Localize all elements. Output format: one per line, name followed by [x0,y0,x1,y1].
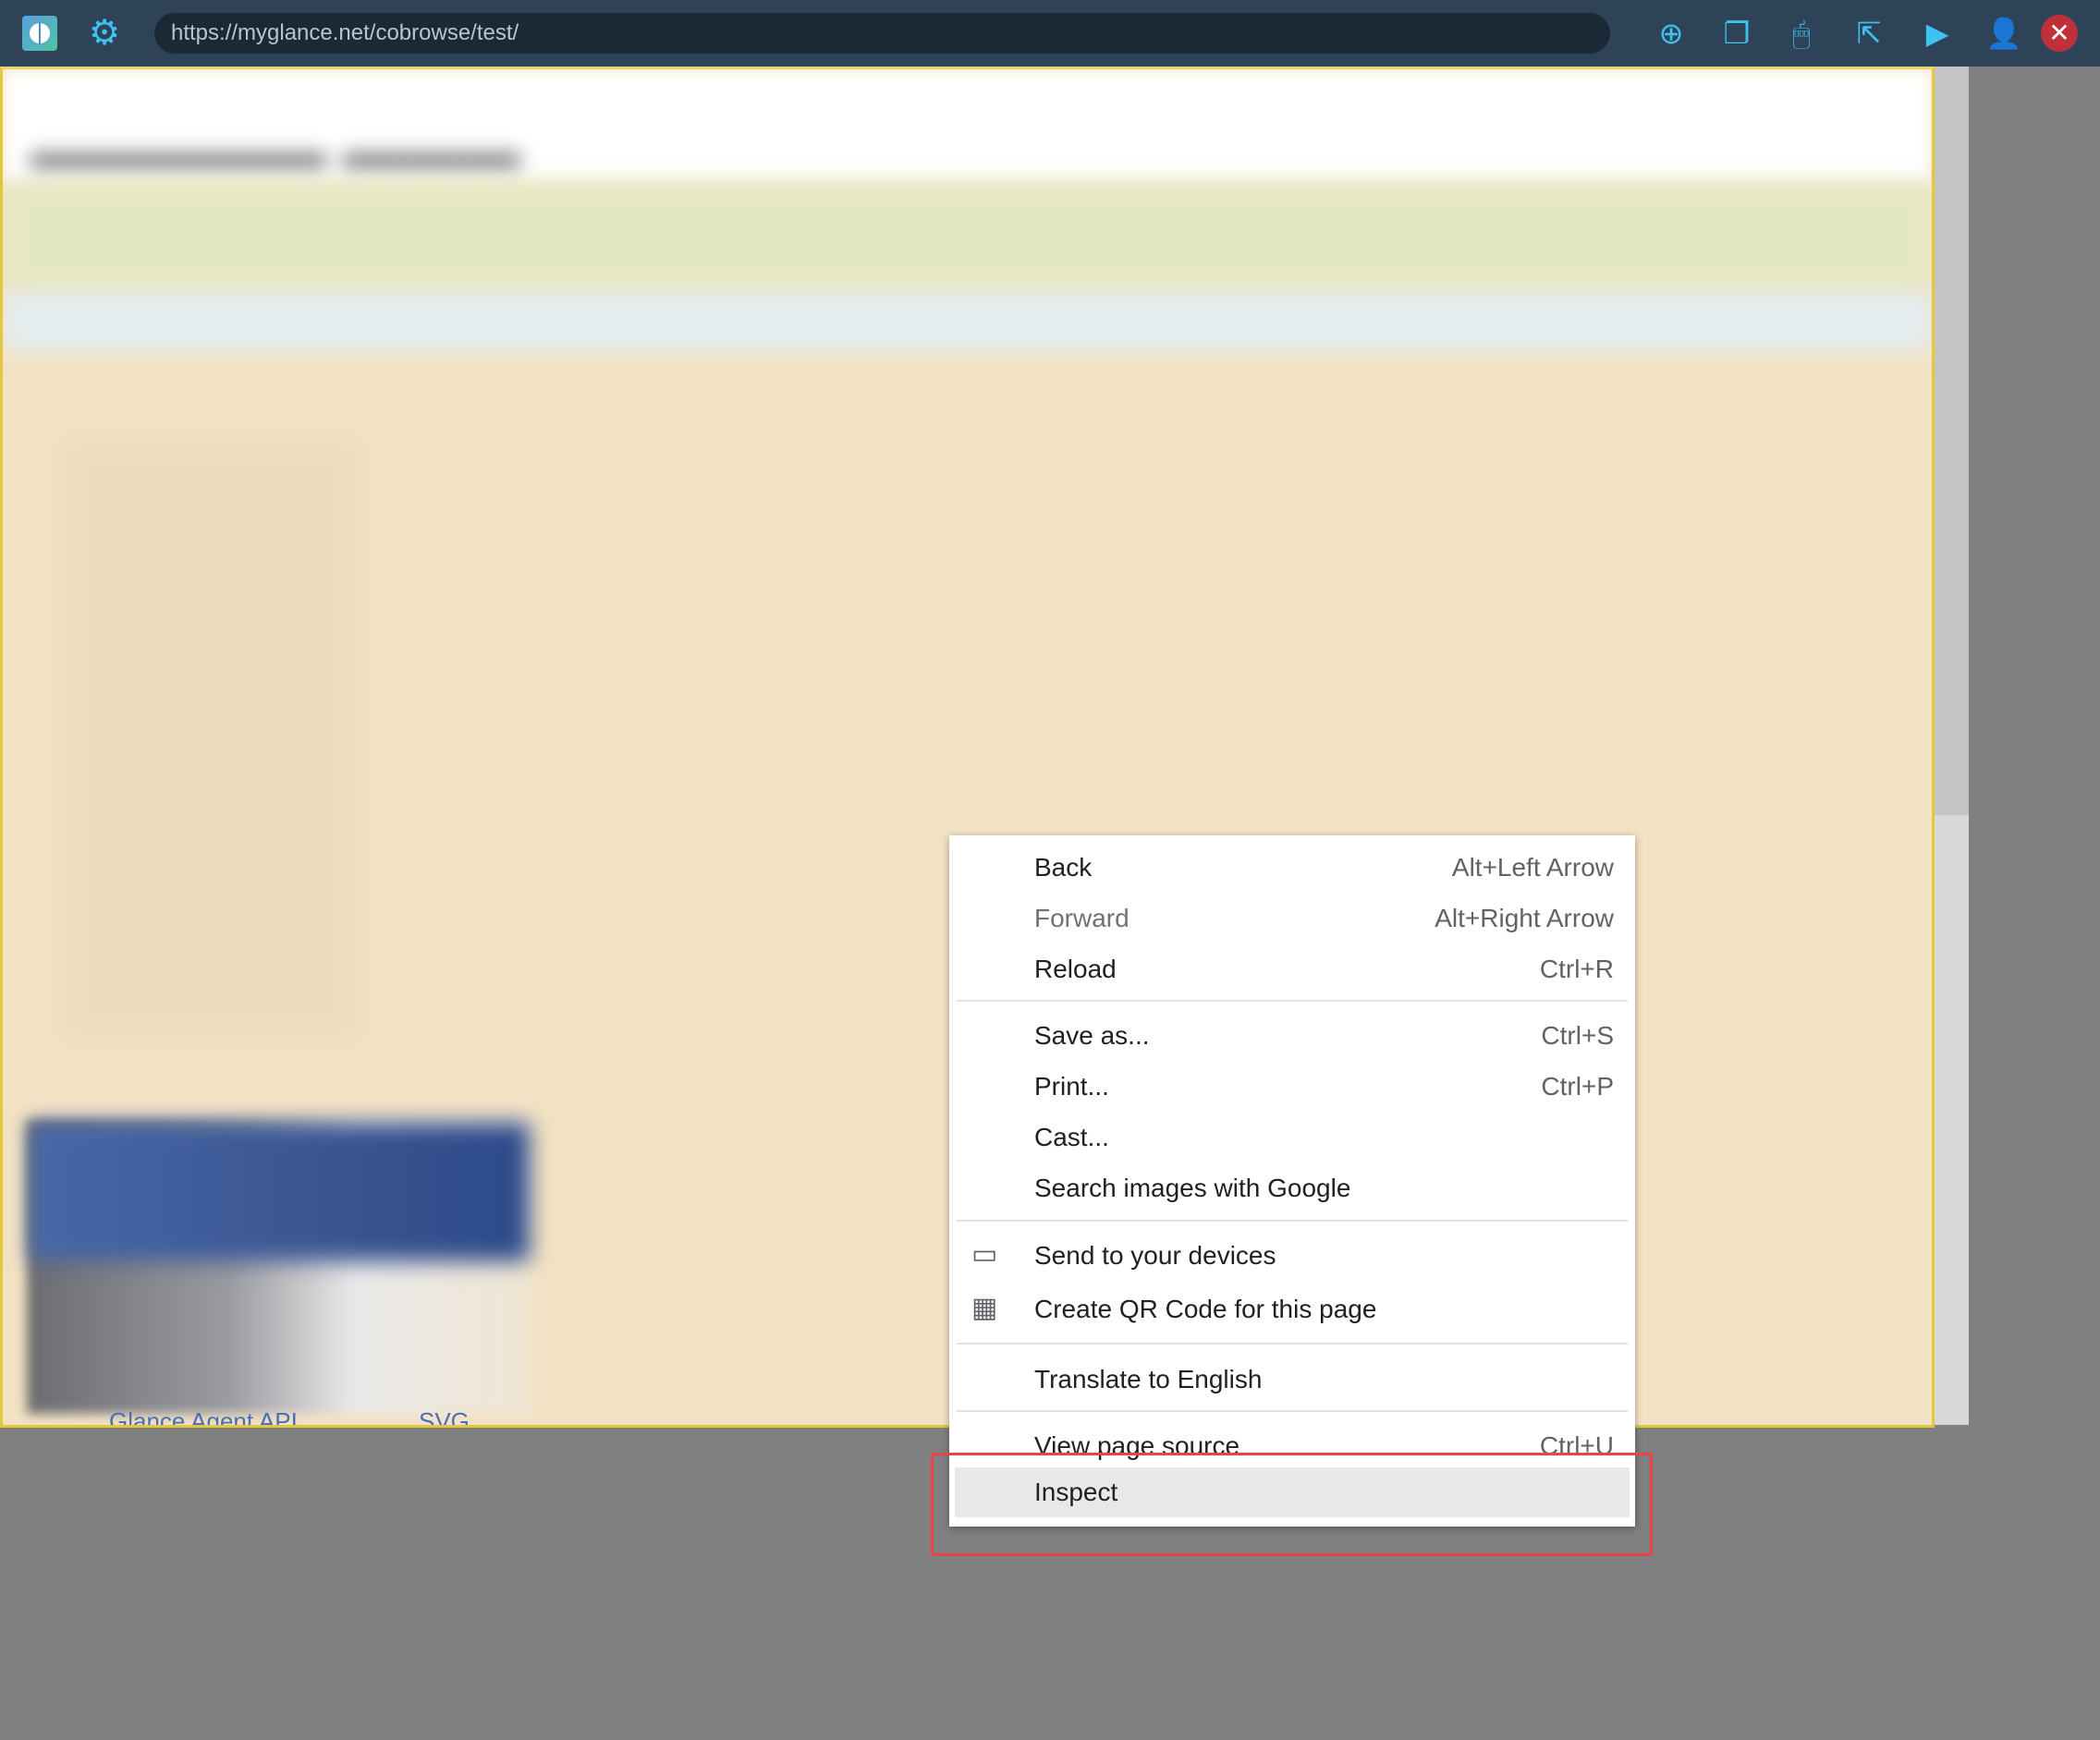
menu-item-search-images[interactable]: Search images with Google [949,1162,1635,1213]
menu-item-back[interactable]: Back Alt+Left Arrow [949,842,1635,893]
video-icon[interactable]: ▶ [1919,15,1956,52]
label: Create QR Code for this page [1034,1295,1377,1323]
menu-separator [957,1410,1628,1412]
shortcut: Ctrl+S [1541,1021,1614,1050]
menu-separator [957,1343,1628,1345]
label: Print... [1034,1072,1109,1101]
shortcut: Ctrl+R [1539,955,1614,983]
blurred-sidebar [58,439,363,1040]
label: Forward [1034,904,1129,932]
add-participant-icon[interactable]: ⊕ [1653,15,1690,52]
menu-item-create-qr[interactable]: ▦ Create QR Code for this page [949,1284,1635,1334]
label: Search images with Google [1034,1174,1351,1202]
menu-item-send-to-devices[interactable]: ▭ Send to your devices [949,1230,1635,1281]
blurred-nav [3,291,1932,351]
screen-share-icon[interactable]: ❐ [1718,15,1755,52]
participant-info-icon[interactable]: 👤 [1985,15,2022,52]
app-logo-icon[interactable] [22,16,57,51]
blurred-image-sky [31,1123,530,1261]
settings-gear-icon[interactable]: ⚙ [89,13,120,54]
menu-separator [957,1220,1628,1222]
menu-item-cast[interactable]: Cast... [949,1112,1635,1162]
page-scrollbar-thumb[interactable] [1935,67,1969,815]
share-icon[interactable]: ⇱ [1850,15,1887,52]
menu-separator [957,1000,1628,1002]
link-glance-agent-api[interactable]: Glance Agent API [109,1407,298,1425]
label: Cast... [1034,1123,1109,1151]
menu-item-save-as[interactable]: Save as... Ctrl+S [949,1010,1635,1061]
url-bar[interactable]: https://myglance.net/cobrowse/test/ [154,13,1610,54]
cobrowse-toolbar: ⚙ https://myglance.net/cobrowse/test/ ⊕ … [0,0,2100,67]
devices-icon: ▭ [971,1239,998,1270]
close-session-icon[interactable]: ✕ [2041,15,2078,52]
context-menu: Back Alt+Left Arrow Forward Alt+Right Arro… [949,835,1635,1527]
menu-item-reload[interactable]: Reload Ctrl+R [949,943,1635,994]
menu-item-print[interactable]: Print... Ctrl+P [949,1061,1635,1112]
shortcut: Alt+Left Arrow [1451,853,1614,882]
menu-item-forward[interactable]: Forward Alt+Right Arrow [949,893,1635,943]
shortcut: Ctrl+P [1541,1072,1614,1101]
label: Back [1034,853,1093,882]
menu-item-translate[interactable]: Translate to English [949,1354,1635,1405]
highlight-annotation-box [931,1453,1653,1556]
remote-control-mouse-icon[interactable]: 🖱 [1783,15,1820,52]
blurred-banner [3,184,1932,291]
label: Save as... [1034,1021,1150,1050]
blurred-title: ▬▬▬▬▬ ▬▬▬ [31,116,520,183]
link-svg[interactable]: SVG [419,1407,470,1425]
shortcut: Alt+Right Arrow [1435,904,1614,932]
label: Translate to English [1034,1365,1263,1393]
qr-code-icon: ▦ [971,1293,998,1323]
label: Reload [1034,955,1117,983]
label: Send to your devices [1034,1241,1276,1270]
